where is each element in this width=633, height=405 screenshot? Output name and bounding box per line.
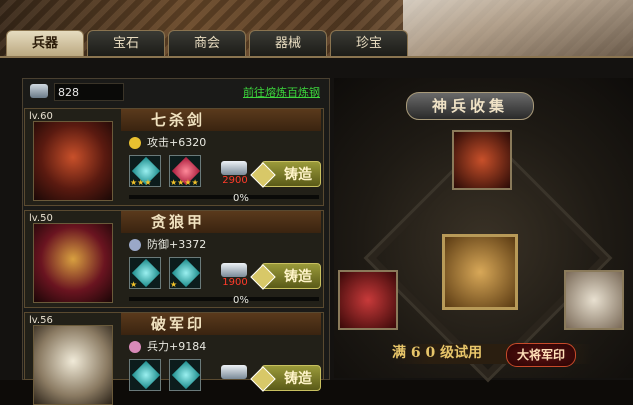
seal-image[interactable]: [33, 325, 113, 405]
tab-treasure[interactable]: 珍宝: [330, 30, 408, 56]
weapon-item: lv.56 破军印 兵力+9184 铸造: [24, 312, 324, 405]
smelt-steel-link[interactable]: 前往熔炼百炼钢: [243, 84, 320, 100]
attack-icon: [129, 137, 141, 149]
cyan-gem-icon: [131, 360, 161, 390]
forge-button[interactable]: 铸造: [261, 365, 321, 391]
collection-title: 神兵收集: [406, 92, 534, 120]
general-seal-badge[interactable]: 大将军印: [506, 343, 576, 367]
cyan-gem-icon: [171, 360, 201, 390]
palace-roof-image: [403, 0, 633, 60]
collection-slot-seal[interactable]: [564, 270, 624, 330]
item-name: 贪狼甲: [121, 211, 321, 233]
gem-slot[interactable]: [129, 359, 161, 391]
tab-gems[interactable]: 宝石: [87, 30, 165, 56]
gem-slot[interactable]: ★★★: [129, 155, 161, 187]
cost-value: 1900: [222, 277, 248, 288]
armor-image[interactable]: [33, 223, 113, 303]
progress-bar: [129, 195, 319, 199]
progress-bar: [129, 297, 319, 301]
trial-text: 满 6 0 级试用: [392, 345, 483, 361]
ore-icon: [221, 365, 247, 379]
gem-stars: ★★★★: [170, 178, 199, 187]
sword-image[interactable]: [33, 121, 113, 201]
weapon-item: lv.50 贪狼甲 防御+3372 ★ ★ 1900 铸造 0%: [24, 210, 324, 308]
weapon-item: lv.60 七杀剑 攻击+6320 ★★★ ★★★★ 2900 铸造 0%: [24, 108, 324, 206]
collection-slot-armor[interactable]: [338, 270, 398, 330]
collection-slot-sword[interactable]: [452, 130, 512, 190]
ore-count: 828: [54, 83, 124, 101]
gem-slot[interactable]: [169, 359, 201, 391]
item-stat: 攻击+6320: [129, 135, 206, 151]
collection-chest-icon[interactable]: [442, 234, 518, 310]
resource-bar: 828 前往熔炼百炼钢: [24, 82, 324, 104]
tab-guild[interactable]: 商会: [168, 30, 246, 56]
item-stat: 兵力+9184: [129, 339, 206, 355]
tab-bar: 兵器 宝石 商会 器械 珍宝: [6, 30, 408, 58]
ore-icon: [30, 84, 48, 98]
gem-stars: ★★★: [130, 178, 152, 187]
progress-percent: 0%: [233, 193, 249, 204]
troops-icon: [129, 341, 141, 353]
gem-slot[interactable]: ★: [169, 257, 201, 289]
ore-icon: [221, 161, 247, 175]
progress-percent: 0%: [233, 295, 249, 306]
forge-button[interactable]: 铸造: [261, 263, 321, 289]
tab-weapons[interactable]: 兵器: [6, 30, 84, 58]
gem-slot[interactable]: ★: [129, 257, 161, 289]
gem-slot[interactable]: ★★★★: [169, 155, 201, 187]
gem-stars: ★: [130, 280, 138, 289]
ore-icon: [221, 263, 247, 277]
item-stat: 防御+3372: [129, 237, 206, 253]
forge-button[interactable]: 铸造: [261, 161, 321, 187]
tab-machinery[interactable]: 器械: [249, 30, 327, 56]
gem-stars: ★: [170, 280, 178, 289]
cost-value: 2900: [222, 175, 248, 186]
defense-icon: [129, 239, 141, 251]
item-name: 七杀剑: [121, 109, 321, 131]
item-name: 破军印: [121, 313, 321, 335]
